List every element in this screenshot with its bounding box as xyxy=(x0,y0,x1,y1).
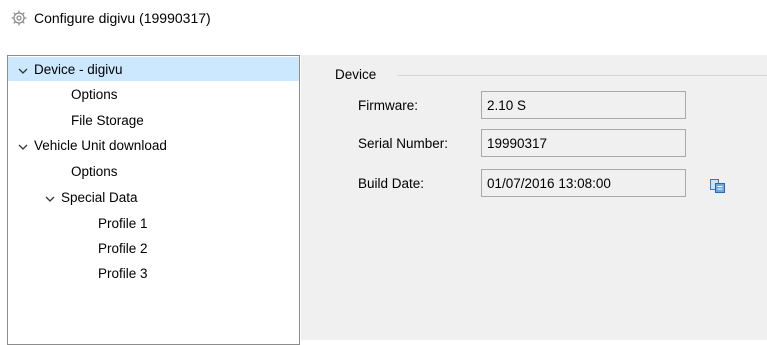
firmware-label: Firmware: xyxy=(358,98,418,113)
copy-icon[interactable] xyxy=(709,177,727,195)
tree-item-device-options[interactable]: Options xyxy=(71,82,118,106)
tree-item-vehicle-unit-download[interactable]: Vehicle Unit download xyxy=(8,133,167,157)
firmware-field[interactable]: 2.10 S xyxy=(481,91,686,119)
window-title: Configure digivu (19990317) xyxy=(34,10,211,26)
tree-item-profile-1[interactable]: Profile 1 xyxy=(98,211,148,235)
tree-item-special-data[interactable]: Special Data xyxy=(8,185,138,209)
device-group-title: Device xyxy=(335,67,381,82)
group-divider xyxy=(397,75,767,76)
device-panel: Device Firmware: 2.10 S Serial Number: 1… xyxy=(301,55,767,340)
firmware-value: 2.10 S xyxy=(487,97,527,113)
tree-item-label: Profile 3 xyxy=(98,265,148,281)
tree-item-vehicle-options[interactable]: Options xyxy=(71,159,118,183)
chevron-down-icon[interactable] xyxy=(45,192,55,202)
chevron-down-icon[interactable] xyxy=(18,140,28,150)
tree-item-file-storage[interactable]: File Storage xyxy=(71,108,144,132)
config-tree[interactable]: Device - digivu Options File Storage Veh… xyxy=(7,55,300,345)
build-date-field[interactable]: 01/07/2016 13:08:00 xyxy=(481,169,686,197)
build-date-value: 01/07/2016 13:08:00 xyxy=(487,175,611,191)
tree-item-label: Special Data xyxy=(61,189,138,205)
gear-icon xyxy=(10,9,28,27)
tree-item-label: Device - digivu xyxy=(34,61,123,77)
chevron-down-icon[interactable] xyxy=(18,64,28,74)
serial-number-label: Serial Number: xyxy=(358,136,449,151)
tree-item-label: Options xyxy=(71,163,118,179)
tree-item-label: Options xyxy=(71,86,118,102)
tree-item-device[interactable]: Device - digivu xyxy=(8,57,299,81)
tree-item-profile-2[interactable]: Profile 2 xyxy=(98,236,148,260)
build-date-label: Build Date: xyxy=(358,176,425,191)
tree-item-label: File Storage xyxy=(71,112,144,128)
serial-number-value: 19990317 xyxy=(487,135,548,151)
tree-item-profile-3[interactable]: Profile 3 xyxy=(98,261,148,285)
window-titlebar: Configure digivu (19990317) xyxy=(10,8,211,28)
serial-number-field[interactable]: 19990317 xyxy=(481,129,686,157)
tree-item-label: Profile 2 xyxy=(98,240,148,256)
tree-item-label: Vehicle Unit download xyxy=(34,137,167,153)
tree-item-label: Profile 1 xyxy=(98,215,148,231)
